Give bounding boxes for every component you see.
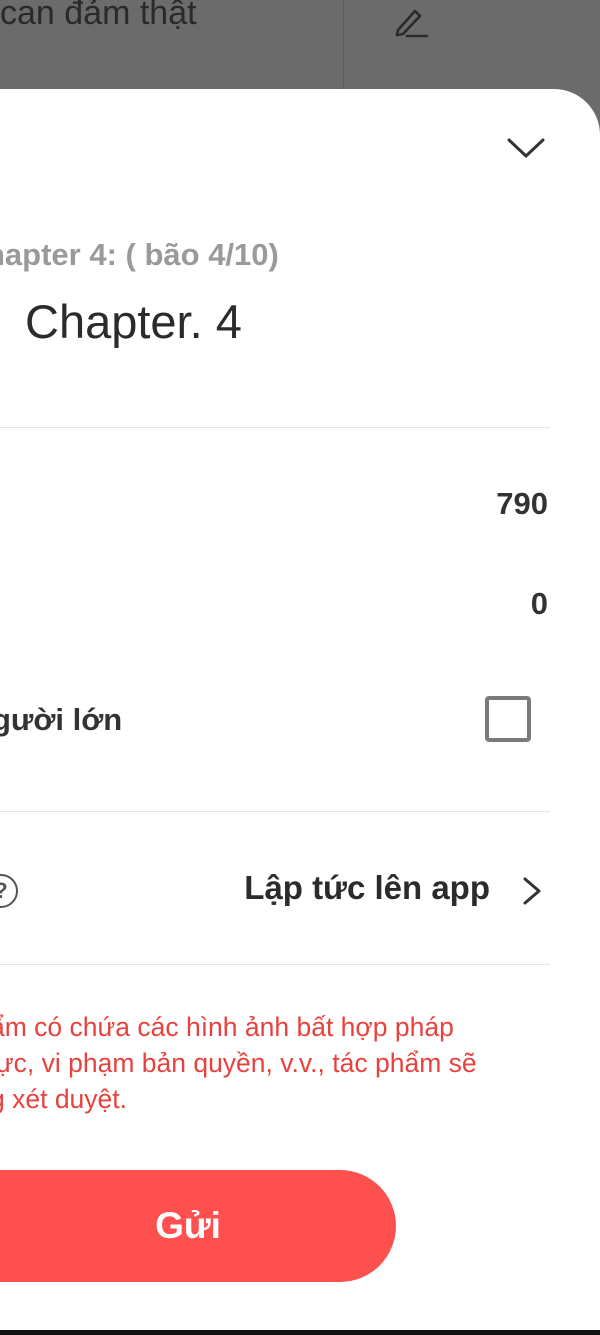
help-icon[interactable]: ? bbox=[0, 874, 18, 908]
chapter-subtitle: hapter 4: ( bão 4/10) bbox=[0, 237, 279, 272]
send-button[interactable]: Gửi bbox=[0, 1170, 396, 1282]
adult-content-checkbox[interactable] bbox=[485, 696, 531, 742]
background-title-row: can đảm thật bbox=[0, 0, 600, 90]
background-divider bbox=[343, 0, 344, 90]
pencil-icon[interactable] bbox=[388, 2, 432, 42]
stat-value-1: 790 bbox=[496, 486, 548, 521]
divider bbox=[0, 964, 550, 965]
divider bbox=[0, 427, 550, 428]
warning-line: ẩm có chứa các hình ảnh bất hợp pháp bbox=[0, 1012, 454, 1042]
divider bbox=[0, 811, 550, 812]
bottom-edge bbox=[0, 1330, 600, 1335]
warning-line: lực, vi phạm bản quyền, v.v., tác phẩm s… bbox=[0, 1048, 477, 1078]
bottom-sheet: hapter 4: ( bão 4/10) Chapter. 4 790 0 g… bbox=[0, 89, 600, 1335]
chapter-title: Chapter. 4 bbox=[25, 295, 242, 348]
adult-content-label: gười lớn bbox=[0, 702, 123, 737]
publish-option-value[interactable]: Lập tức lên app bbox=[244, 869, 490, 907]
chevron-down-icon[interactable] bbox=[506, 133, 546, 163]
stat-value-2: 0 bbox=[530, 586, 548, 621]
warning-message: ẩm có chứa các hình ảnh bất hợp pháp lực… bbox=[0, 1009, 549, 1117]
background-title: can đảm thật bbox=[0, 0, 197, 32]
chevron-right-icon[interactable] bbox=[520, 876, 544, 906]
warning-line: g xét duyệt. bbox=[0, 1084, 128, 1114]
